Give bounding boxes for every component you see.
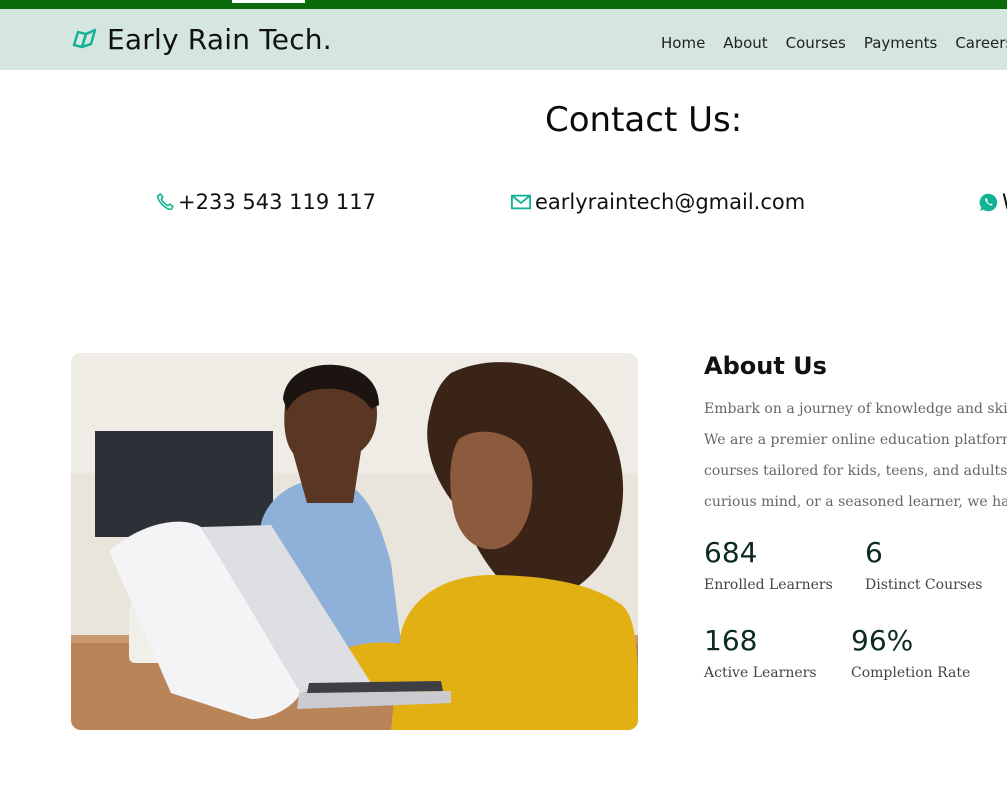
photo-illustration bbox=[71, 353, 638, 730]
about-description: Embark on a journey of knowledge and ski… bbox=[704, 394, 1007, 518]
nav-payments[interactable]: Payments bbox=[864, 34, 937, 52]
nav-about[interactable]: About bbox=[723, 34, 767, 52]
phone-icon bbox=[156, 193, 174, 211]
nav-courses[interactable]: Courses bbox=[786, 34, 846, 52]
about-line: curious mind, or a seasoned learner, we … bbox=[704, 494, 1007, 510]
navbar: Early Rain Tech. Home About Courses Paym… bbox=[0, 9, 1007, 70]
whatsapp-label: W bbox=[1002, 190, 1007, 214]
mail-icon bbox=[511, 194, 531, 210]
contact-title: Contact Us: bbox=[545, 100, 743, 140]
stat-enrolled-learners: 684 Enrolled Learners bbox=[704, 536, 833, 593]
contact-phone[interactable]: +233 543 119 117 bbox=[155, 190, 376, 214]
contact-email[interactable]: earlyraintech@gmail.com bbox=[510, 190, 805, 214]
stat-value: 6 bbox=[865, 536, 883, 569]
contact-whatsapp[interactable]: W bbox=[978, 190, 1007, 214]
stat-value: 684 bbox=[704, 536, 758, 569]
main-nav: Home About Courses Payments Careers bbox=[661, 34, 1007, 52]
nav-careers[interactable]: Careers bbox=[955, 34, 1007, 52]
about-title: About Us bbox=[704, 352, 827, 380]
stat-distinct-courses: 6 Distinct Courses bbox=[865, 536, 982, 593]
about-line: We are a premier online education platfo… bbox=[704, 432, 1007, 448]
whatsapp-icon bbox=[979, 193, 998, 211]
top-strip-highlight bbox=[232, 0, 305, 3]
top-strip bbox=[0, 0, 1007, 9]
about-line: Embark on a journey of knowledge and ski… bbox=[704, 401, 1007, 417]
stat-active-learners: 168 Active Learners bbox=[704, 624, 817, 681]
phone-number: +233 543 119 117 bbox=[178, 190, 376, 214]
stat-label: Completion Rate bbox=[851, 665, 971, 681]
brand[interactable]: Early Rain Tech. bbox=[71, 22, 332, 56]
about-line: courses tailored for kids, teens, and ad… bbox=[704, 463, 1007, 479]
stat-label: Enrolled Learners bbox=[704, 577, 833, 593]
stat-value: 168 bbox=[704, 624, 758, 657]
book-logo-icon bbox=[72, 28, 97, 49]
about-photo bbox=[71, 353, 638, 730]
brand-name: Early Rain Tech. bbox=[107, 22, 332, 56]
stat-label: Active Learners bbox=[704, 665, 817, 681]
stat-label: Distinct Courses bbox=[865, 577, 983, 593]
stat-completion-rate: 96% Completion Rate bbox=[851, 624, 970, 681]
nav-home[interactable]: Home bbox=[661, 34, 705, 52]
stat-value: 96% bbox=[851, 624, 914, 657]
email-address: earlyraintech@gmail.com bbox=[535, 190, 806, 214]
